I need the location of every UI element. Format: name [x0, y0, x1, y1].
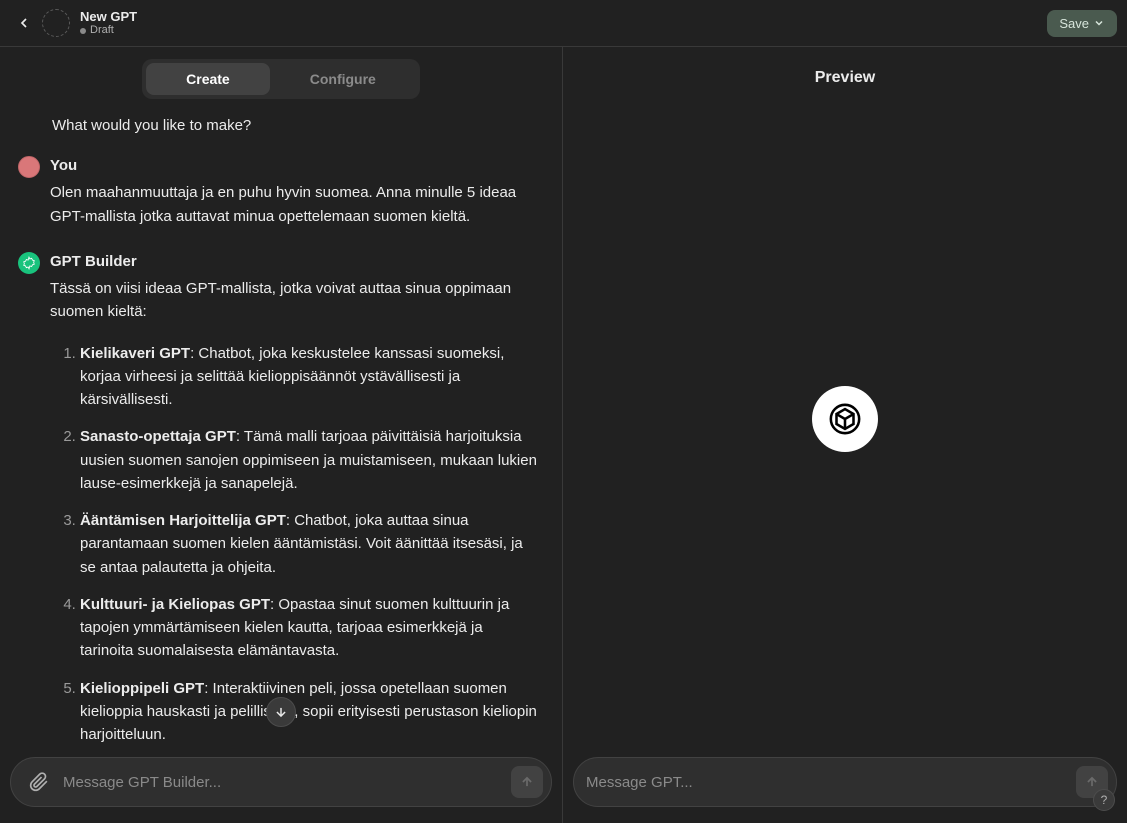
- preview-gpt-avatar: [812, 386, 878, 452]
- paperclip-icon: [29, 772, 49, 792]
- attach-button[interactable]: [23, 766, 55, 798]
- gpt-avatar-placeholder: [42, 9, 70, 37]
- user-message: You Olen maahanmuuttaja ja en puhu hyvin…: [18, 154, 540, 228]
- arrow-up-icon: [520, 775, 534, 789]
- create-panel: Create Configure What would you like to …: [0, 47, 563, 823]
- status-dot-icon: [80, 28, 86, 34]
- list-item: Kielioppipeli GPT: Interaktiivinen peli,…: [80, 677, 540, 744]
- list-item: Sanasto-opettaja GPT: Tämä malli tarjoaa…: [80, 425, 540, 495]
- preview-input-box: [573, 757, 1117, 807]
- builder-input-box: [10, 757, 552, 807]
- back-button[interactable]: [10, 9, 38, 37]
- arrow-down-icon: [274, 705, 288, 719]
- assistant-avatar-icon: [18, 252, 40, 274]
- app-header: New GPT Draft Save: [0, 0, 1127, 47]
- builder-message-input[interactable]: [63, 774, 503, 791]
- tabs: Create Configure: [142, 59, 420, 99]
- page-title: New GPT: [80, 9, 137, 25]
- draft-status: Draft: [80, 24, 137, 37]
- assistant-message: GPT Builder Tässä on viisi ideaa GPT-mal…: [18, 250, 540, 743]
- arrow-up-icon: [1085, 775, 1099, 789]
- user-label: You: [50, 154, 540, 177]
- save-button[interactable]: Save: [1047, 10, 1117, 37]
- tab-create[interactable]: Create: [146, 63, 270, 95]
- chat-scroll[interactable]: What would you like to make? You Olen ma…: [0, 107, 562, 743]
- preview-heading: Preview: [563, 47, 1127, 95]
- help-button[interactable]: ?: [1093, 789, 1115, 811]
- title-block: New GPT Draft: [80, 9, 137, 38]
- user-avatar-icon: [18, 156, 40, 178]
- chevron-down-icon: [1093, 17, 1105, 29]
- user-text: Olen maahanmuuttaja ja en puhu hyvin suo…: [50, 181, 540, 228]
- list-item: Kulttuuri- ja Kieliopas GPT: Opastaa sin…: [80, 593, 540, 663]
- preview-message-input[interactable]: [586, 774, 1068, 791]
- chevron-left-icon: [16, 15, 32, 31]
- tab-configure[interactable]: Configure: [270, 63, 416, 95]
- preview-panel: Preview: [563, 47, 1127, 823]
- builder-send-button[interactable]: [511, 766, 543, 798]
- list-item: Kielikaveri GPT: Chatbot, joka keskustel…: [80, 342, 540, 412]
- list-item: Ääntämisen Harjoittelija GPT: Chatbot, j…: [80, 509, 540, 579]
- assistant-intro: Tässä on viisi ideaa GPT-mallista, jotka…: [50, 277, 540, 324]
- cube-icon: [828, 402, 862, 436]
- system-prompt: What would you like to make?: [52, 117, 540, 134]
- scroll-to-bottom-button[interactable]: [266, 697, 296, 727]
- idea-list: Kielikaveri GPT: Chatbot, joka keskustel…: [70, 342, 540, 744]
- assistant-label: GPT Builder: [50, 250, 540, 273]
